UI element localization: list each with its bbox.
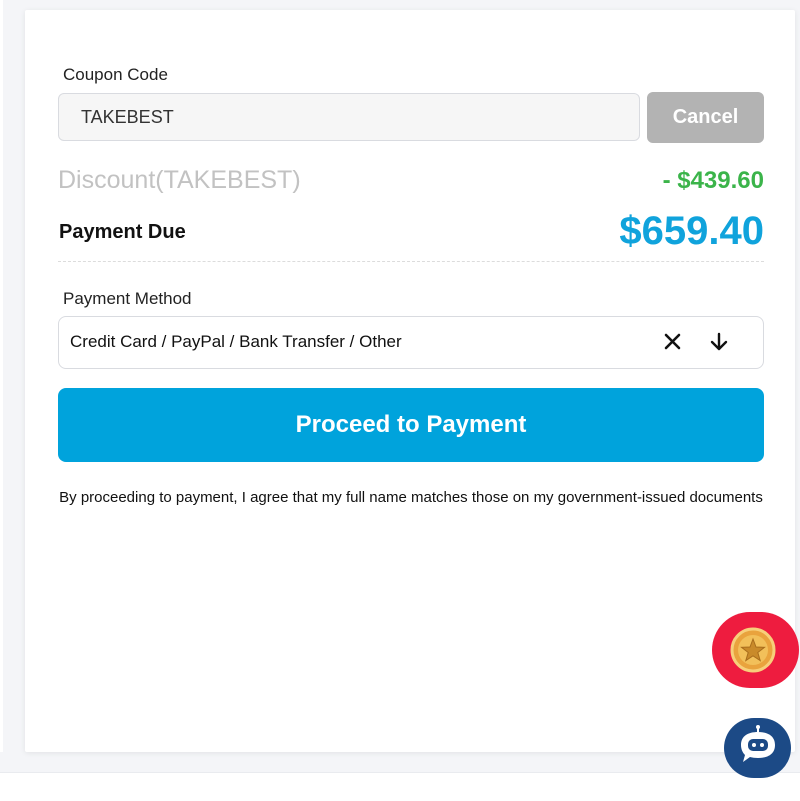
- payment-due-label: Payment Due: [59, 221, 186, 243]
- page-left-edge: [0, 0, 3, 752]
- payment-method-select[interactable]: Credit Card / PayPal / Bank Transfer / O…: [58, 316, 764, 369]
- coupon-code-input[interactable]: [58, 93, 640, 141]
- robot-chat-icon: [733, 723, 783, 773]
- clear-selection-icon[interactable]: [662, 330, 684, 354]
- proceed-to-payment-button[interactable]: Proceed to Payment: [58, 388, 764, 462]
- arrow-down-icon[interactable]: [708, 330, 730, 354]
- discount-amount: - $439.60: [662, 167, 764, 194]
- discount-label: Discount(TAKEBEST): [58, 166, 301, 194]
- cancel-coupon-button[interactable]: Cancel: [647, 92, 764, 143]
- payment-method-value: Credit Card / PayPal / Bank Transfer / O…: [70, 332, 402, 351]
- chat-assistant-button[interactable]: [724, 718, 791, 778]
- summary-divider: [58, 261, 764, 262]
- star-coin-icon: [730, 627, 776, 673]
- bottom-panel: [0, 772, 800, 801]
- payment-method-label: Payment Method: [63, 289, 192, 308]
- coupon-code-label: Coupon Code: [63, 65, 168, 84]
- payment-disclaimer: By proceeding to payment, I agree that m…: [59, 489, 763, 506]
- rewards-button[interactable]: [712, 612, 799, 688]
- payment-due-amount: $659.40: [619, 209, 764, 253]
